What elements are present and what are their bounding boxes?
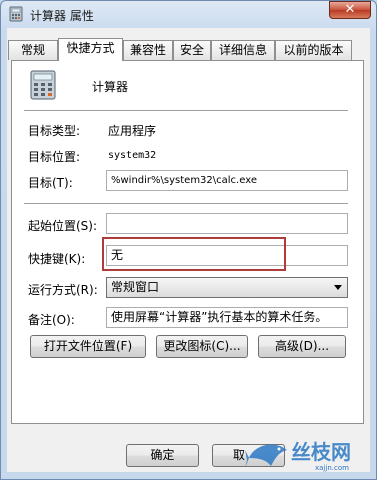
- divider: [24, 110, 348, 112]
- change-icon-button[interactable]: 更改图标(C)...: [156, 335, 248, 358]
- run-select[interactable]: 常规窗口: [106, 277, 348, 298]
- chevron-down-icon: [334, 285, 342, 290]
- comment-input[interactable]: 使用屏幕“计算器”执行基本的算术任务。: [106, 307, 348, 328]
- tab-compatibility[interactable]: 兼容性: [123, 40, 173, 60]
- watermark-url: xajjn.com: [315, 464, 349, 472]
- calculator-icon: [9, 6, 23, 22]
- tab-details[interactable]: 详细信息: [211, 40, 275, 60]
- start-in-input[interactable]: [106, 213, 348, 234]
- start-in-label: 起始位置(S):: [28, 219, 98, 233]
- calculator-icon: [30, 70, 56, 100]
- window-title: 计算器 属性: [30, 9, 94, 23]
- tab-shortcut[interactable]: 快捷方式: [58, 38, 123, 61]
- watermark-text: 丝枝网: [291, 440, 351, 464]
- run-label: 运行方式(R):: [28, 283, 98, 297]
- target-type-value: 应用程序: [108, 124, 157, 138]
- tab-previous-versions[interactable]: 以前的版本: [275, 40, 352, 60]
- close-button[interactable]: ✕: [329, 1, 371, 19]
- title-bar[interactable]: 计算器 属性 ✕: [0, 0, 377, 28]
- divider: [24, 203, 348, 205]
- target-type-label: 目标类型:: [28, 124, 81, 138]
- app-name: 计算器: [92, 80, 129, 94]
- tab-security[interactable]: 安全: [173, 40, 211, 60]
- target-input[interactable]: %windir%\system32\calc.exe: [106, 170, 348, 191]
- fish-icon: [245, 444, 287, 468]
- tab-general[interactable]: 常规: [8, 40, 58, 60]
- watermark-logo: 丝枝网 xajjn.com: [245, 434, 375, 476]
- ok-button[interactable]: 确定: [126, 444, 199, 467]
- advanced-button[interactable]: 高级(D)...: [258, 335, 346, 358]
- run-select-value: 常规窗口: [111, 280, 160, 294]
- close-icon: ✕: [344, 2, 356, 17]
- target-location-label: 目标位置:: [28, 150, 81, 164]
- target-location-value: system32: [108, 150, 157, 161]
- open-file-location-button[interactable]: 打开文件位置(F): [30, 335, 146, 358]
- hotkey-highlight-box: [102, 237, 286, 271]
- hotkey-label: 快捷键(K):: [28, 252, 86, 266]
- target-label: 目标(T):: [28, 176, 73, 190]
- comment-label: 备注(O):: [28, 313, 75, 327]
